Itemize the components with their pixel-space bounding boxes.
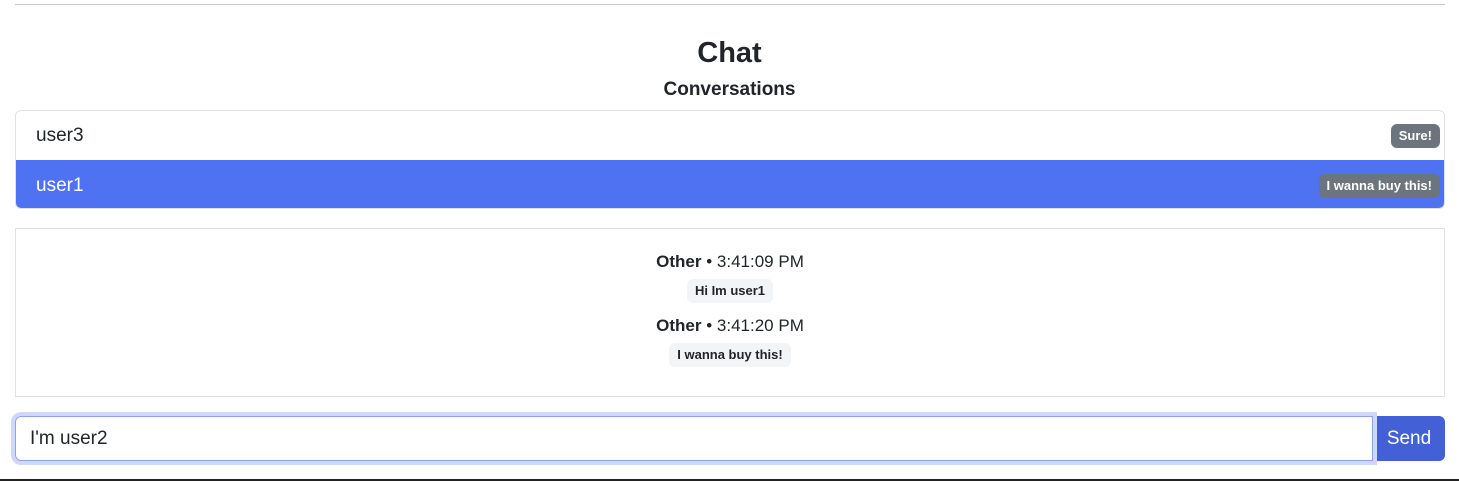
message-sender: Other [656,316,702,335]
message-header: Other • 3:41:09 PM [16,251,1444,273]
conversation-list: user3 Sure! user1 I wanna buy this! [15,110,1445,209]
message-panel: Other • 3:41:09 PM Hi Im user1 Other • 3… [15,228,1445,397]
message-header: Other • 3:41:20 PM [16,315,1444,337]
conversation-item-user1[interactable]: user1 I wanna buy this! [16,160,1444,208]
message-sender: Other [656,252,702,271]
conversation-name: user3 [36,124,84,146]
message-item: Other • 3:41:20 PM I wanna buy this! [16,315,1444,367]
last-message-badge: Sure! [1390,123,1440,148]
message-composer: Send [15,416,1445,461]
send-button[interactable]: Send [1373,416,1445,461]
message-item: Other • 3:41:09 PM Hi Im user1 [16,251,1444,303]
message-input-wrapper [15,416,1373,461]
message-separator: • [706,252,713,271]
message-time: 3:41:09 PM [716,252,804,271]
message-bubble: Hi Im user1 [686,279,774,303]
page-title: Chat [697,37,762,69]
message-separator: • [706,316,713,335]
message-bubble: I wanna buy this! [669,343,791,367]
conversation-item-user3[interactable]: user3 Sure! [16,111,1444,160]
top-divider [15,4,1445,5]
conversation-name: user1 [36,174,84,196]
message-time: 3:41:20 PM [716,316,804,335]
last-message-badge: I wanna buy this! [1318,173,1440,198]
conversations-heading: Conversations [663,79,796,100]
message-input[interactable] [15,416,1373,461]
